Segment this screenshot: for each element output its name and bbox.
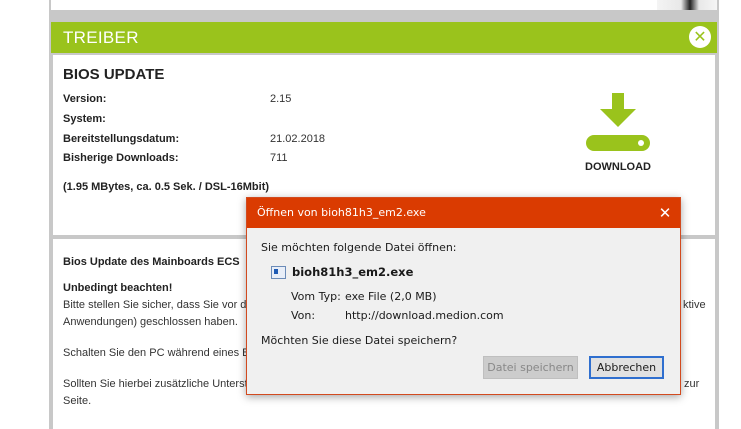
dialog-title: Öffnen von bioh81h3_em2.exe bbox=[257, 206, 426, 219]
download-arrow-icon bbox=[586, 93, 650, 151]
info-label: Bereitstellungsdatum: bbox=[63, 133, 180, 145]
file-type-row: Vom Typ: exe File (2,0 MB) bbox=[291, 290, 437, 303]
description-line: Bitte stellen Sie sicher, dass Sie vor d bbox=[63, 299, 247, 311]
dialog-question: Möchten Sie diese Datei speichern? bbox=[261, 334, 458, 347]
section-header: TREIBER ✕ bbox=[51, 22, 717, 53]
banner-image bbox=[657, 0, 717, 10]
save-file-button[interactable]: Datei speichern bbox=[483, 356, 578, 379]
size-note: (1.95 MBytes, ca. 0.5 Sek. / DSL-16Mbit) bbox=[63, 181, 270, 193]
file-source-label: Von: bbox=[291, 309, 316, 322]
description-line: Sollten Sie hierbei zusätzliche Unterst bbox=[63, 378, 248, 390]
close-icon[interactable]: ✕ bbox=[689, 26, 711, 48]
top-banner bbox=[51, 0, 717, 10]
warning-title: Unbedingt beachten! bbox=[63, 282, 173, 294]
dialog-titlebar[interactable]: Öffnen von bioh81h3_em2.exe ✕ bbox=[247, 198, 680, 228]
dialog-prompt: Sie möchten folgende Datei öffnen: bbox=[261, 241, 457, 254]
info-value: 2.15 bbox=[270, 93, 292, 105]
description-title: Bios Update des Mainboards ECS bbox=[63, 256, 240, 268]
download-label: DOWNLOAD bbox=[585, 161, 651, 173]
description-line: Anwendungen) geschlossen haben. bbox=[63, 316, 238, 328]
info-value: 21.02.2018 bbox=[270, 133, 326, 145]
file-source-row: Von: http://download.medion.com bbox=[291, 309, 504, 322]
download-button[interactable]: DOWNLOAD bbox=[583, 93, 653, 173]
driver-title: BIOS UPDATE bbox=[63, 66, 165, 83]
description-line: Schalten Sie den PC während eines B bbox=[63, 347, 250, 359]
info-label: Bisherige Downloads: bbox=[63, 152, 179, 164]
info-label: Version: bbox=[63, 93, 107, 105]
info-label: System: bbox=[63, 113, 106, 125]
file-type-value: exe File (2,0 MB) bbox=[345, 290, 437, 303]
file-type-label: Vom Typ: bbox=[291, 290, 341, 303]
section-title: TREIBER bbox=[63, 28, 139, 47]
info-value: 711 bbox=[270, 152, 288, 164]
exe-file-icon bbox=[271, 266, 286, 279]
file-source-value: http://download.medion.com bbox=[345, 309, 504, 322]
cancel-button[interactable]: Abbrechen bbox=[589, 356, 664, 379]
close-icon[interactable]: ✕ bbox=[650, 198, 680, 228]
description-line: Seite. bbox=[63, 395, 92, 407]
file-name: bioh81h3_em2.exe bbox=[292, 265, 414, 279]
description-line-tail: zur bbox=[684, 378, 700, 390]
file-open-dialog: Öffnen von bioh81h3_em2.exe ✕ Sie möchte… bbox=[246, 197, 681, 395]
description-line-tail: ktive bbox=[683, 299, 706, 311]
